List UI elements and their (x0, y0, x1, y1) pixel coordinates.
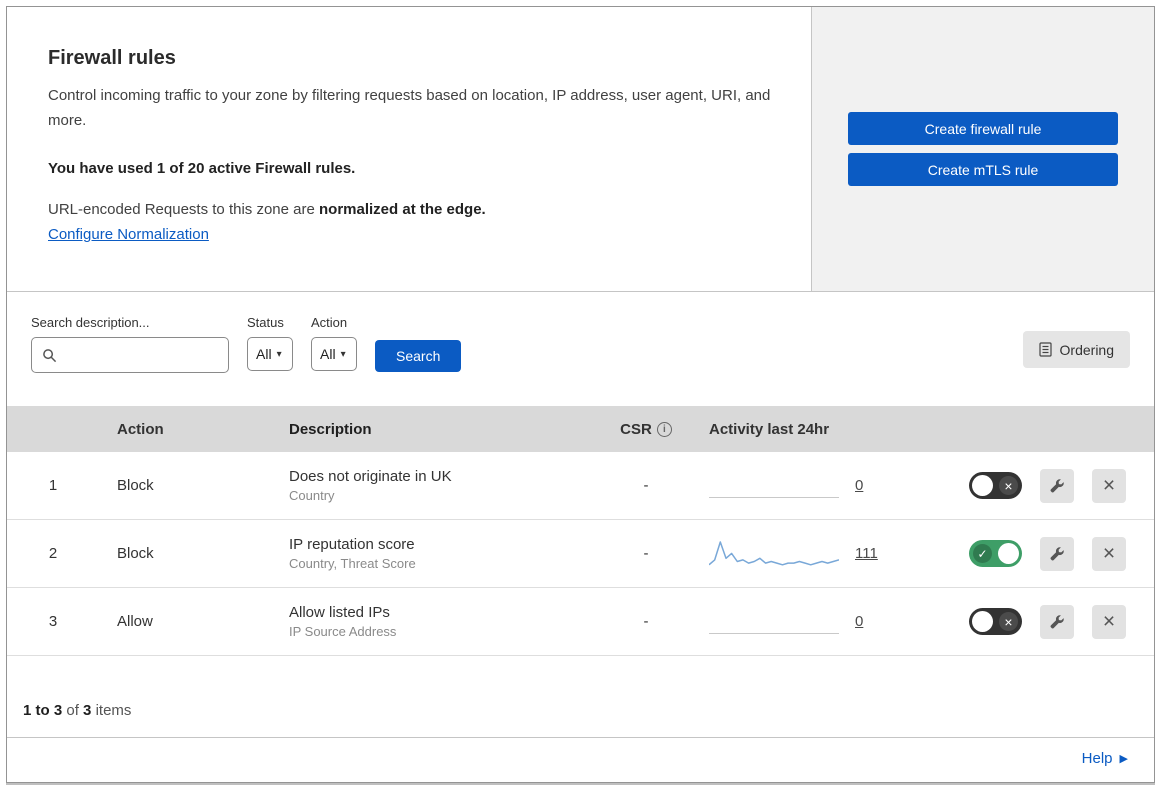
rule-description-cell: Does not originate in UK Country (271, 468, 601, 503)
delete-rule-button[interactable]: × (1092, 604, 1126, 639)
table-end-spacer (7, 656, 1154, 672)
create-firewall-rule-button[interactable]: Create firewall rule (848, 112, 1118, 145)
activity-sparkline (709, 605, 839, 639)
rule-enable-toggle[interactable]: ✓ × (969, 540, 1022, 567)
search-icon (43, 348, 57, 362)
page-title: Firewall rules (48, 47, 176, 69)
rule-criteria: IP Source Address (289, 624, 397, 639)
chevron-down-icon: ▾ (340, 348, 346, 360)
close-icon: × (1102, 474, 1116, 497)
status-dropdown[interactable]: All ▾ (247, 337, 293, 371)
page-description: Control incoming traffic to your zone by… (48, 87, 771, 129)
close-icon: × (1102, 542, 1116, 565)
rule-action: Block (117, 545, 154, 562)
status-dropdown-value: All (256, 346, 272, 362)
action-column-header: Action (117, 420, 164, 438)
rule-description: Does not originate in UK (289, 468, 452, 485)
delete-rule-button[interactable]: × (1092, 468, 1126, 503)
wrench-icon (1050, 478, 1064, 492)
check-icon: ✓ (973, 544, 992, 563)
table-row: 3 Allow Allow listed IPs IP Source Addre… (7, 588, 1154, 656)
rule-controls: ✓ × × (956, 468, 1154, 503)
rule-action: Allow (117, 613, 153, 630)
action-dropdown[interactable]: All ▾ (311, 337, 357, 371)
help-link-label: Help (1081, 750, 1113, 767)
csr-column-header: CSR i (601, 421, 691, 438)
toggle-knob (972, 475, 993, 496)
rule-criteria: Country (289, 488, 335, 503)
wrench-icon (1050, 614, 1064, 628)
rule-csr: - (643, 477, 649, 494)
ordering-button-label: Ordering (1059, 341, 1114, 358)
activity-count-link[interactable]: 0 (855, 477, 863, 494)
rule-number: 2 (48, 545, 58, 562)
search-input-wrapper (31, 337, 229, 373)
x-icon: × (999, 476, 1018, 495)
toggle-knob (998, 543, 1019, 564)
table-row: 1 Block Does not originate in UK Country… (7, 452, 1154, 520)
rule-csr: - (643, 545, 649, 562)
status-filter-group: Status All ▾ (247, 315, 293, 371)
rule-controls: ✓ × × (956, 536, 1154, 571)
activity-count-link[interactable]: 0 (855, 613, 863, 630)
rule-enable-toggle[interactable]: ✓ × (969, 608, 1022, 635)
actions-panel: Create firewall rule Create mTLS rule (812, 7, 1154, 291)
activity-sparkline (709, 469, 839, 503)
edit-rule-button[interactable] (1040, 536, 1074, 571)
help-bar: Help ▶ (7, 737, 1154, 782)
configure-normalization-link[interactable]: Configure Normalization (48, 226, 209, 243)
action-filter-group: Action All ▾ (311, 315, 357, 371)
close-icon: × (1102, 610, 1116, 633)
status-label: Status (247, 315, 284, 330)
search-group: Search description... (31, 315, 229, 373)
help-link[interactable]: Help ▶ (1082, 750, 1128, 767)
delete-rule-button[interactable]: × (1092, 536, 1126, 571)
activity-column-header: Activity last 24hr (709, 420, 830, 438)
rule-controls: ✓ × × (956, 604, 1154, 639)
filters-bar: Search description... Status All ▾ Actio… (7, 292, 1154, 406)
page-header: Firewall rules Control incoming traffic … (7, 7, 1154, 292)
action-label: Action (311, 315, 348, 330)
search-input[interactable] (63, 347, 218, 363)
activity-sparkline (709, 537, 839, 571)
edit-rule-button[interactable] (1040, 604, 1074, 639)
chevron-right-icon: ▶ (1119, 753, 1128, 765)
activity-count-link[interactable]: 111 (855, 545, 878, 562)
header-text-panel: Firewall rules Control incoming traffic … (7, 7, 812, 291)
rule-criteria: Country, Threat Score (289, 556, 416, 571)
description-column-header: Description (289, 420, 372, 438)
firewall-rules-page: Firewall rules Control incoming traffic … (6, 6, 1155, 783)
create-mtls-rule-button[interactable]: Create mTLS rule (848, 153, 1118, 186)
rule-activity-cell: 0 (691, 605, 956, 639)
search-label: Search description... (31, 315, 150, 330)
table-row: 2 Block IP reputation score Country, Thr… (7, 520, 1154, 588)
toggle-knob (972, 611, 993, 632)
rule-csr: - (643, 613, 649, 630)
rule-description-cell: IP reputation score Country, Threat Scor… (271, 536, 601, 571)
ordering-button[interactable]: Ordering (1022, 331, 1130, 368)
rule-action: Block (117, 477, 154, 494)
rule-number: 1 (48, 477, 58, 494)
chevron-down-icon: ▾ (276, 348, 282, 360)
normalization-note: URL-encoded Requests to this zone are no… (48, 200, 486, 218)
x-icon: × (999, 612, 1018, 631)
info-icon[interactable]: i (656, 421, 672, 437)
rule-number: 3 (48, 613, 58, 630)
rule-description: Allow listed IPs (289, 604, 390, 621)
wrench-icon (1050, 546, 1064, 560)
rules-usage-note: You have used 1 of 20 active Firewall ru… (48, 159, 356, 177)
action-dropdown-value: All (320, 346, 336, 362)
pagination-summary: 1 to 3 of 3 items (23, 702, 132, 719)
rule-description: IP reputation score (289, 536, 415, 553)
rule-enable-toggle[interactable]: ✓ × (969, 472, 1022, 499)
search-button[interactable]: Search (375, 340, 462, 372)
ordering-list-icon (1038, 342, 1052, 357)
table-header-row: Action Description CSR i Activity last 2… (7, 406, 1154, 452)
edit-rule-button[interactable] (1040, 468, 1074, 503)
rule-activity-cell: 0 (691, 469, 956, 503)
rule-description-cell: Allow listed IPs IP Source Address (271, 604, 601, 639)
rule-activity-cell: 111 (691, 537, 956, 571)
